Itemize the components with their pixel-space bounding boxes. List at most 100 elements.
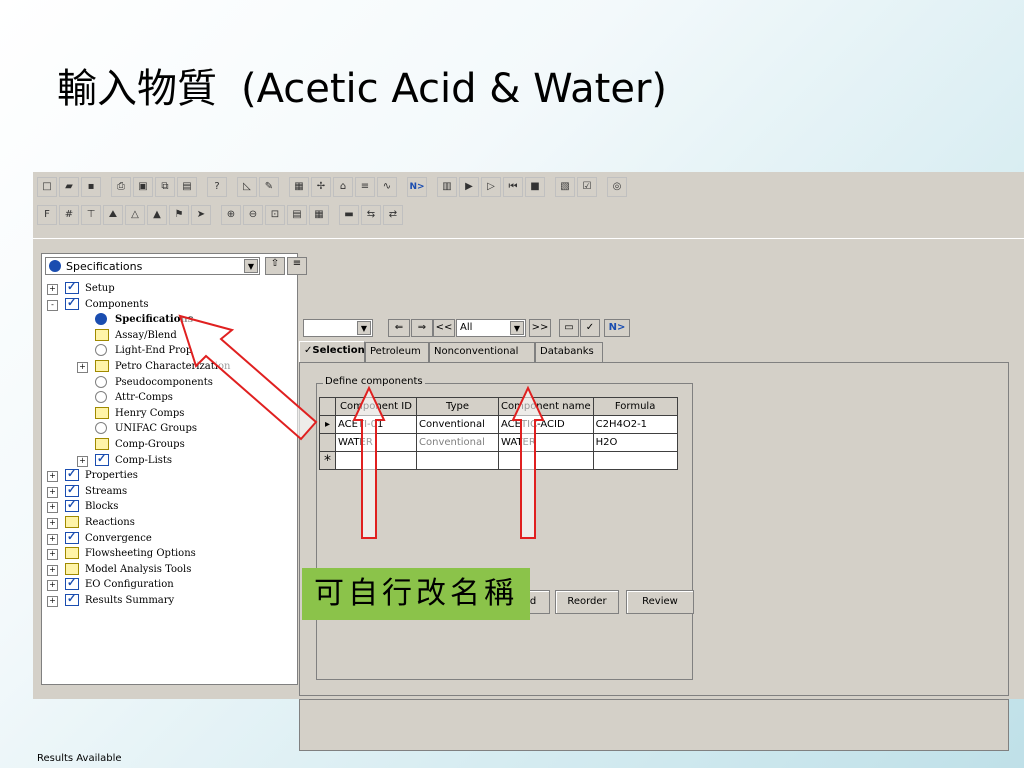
component-id-cell[interactable] [335,451,417,470]
control-panel-icon[interactable]: ▥ [437,177,457,197]
model-library-icon[interactable]: ✢ [311,177,331,197]
print-icon[interactable]: ⎙ [111,177,131,197]
tree-item[interactable]: Model Analysis Tools [85,562,191,577]
zoom-full-icon[interactable]: ⊡ [265,205,285,225]
formula-cell[interactable]: C2H4O2-1 [592,415,678,434]
tree-expander[interactable]: + [47,549,58,561]
status-icon[interactable]: ✓ [580,319,600,337]
tree-expander[interactable]: + [77,362,88,373]
tree-item[interactable]: Results Summary [85,593,174,608]
tree-item[interactable]: Comp-Lists [115,453,172,468]
record-combo[interactable]: ▼ [303,319,373,337]
data-browser-icon[interactable]: ▦ [289,177,309,197]
print-preview-icon[interactable]: ▣ [133,177,153,197]
tree-expander[interactable]: + [47,533,58,545]
color-icon[interactable]: ▬ [339,205,359,225]
filter-combo[interactable]: All ▼ [456,319,526,337]
next-form-button[interactable]: >> [529,319,551,337]
tree-item[interactable]: Attr-Comps [115,390,173,405]
tree-item[interactable]: Henry Comps [115,406,184,421]
component-name-cell[interactable]: WATER [498,433,594,452]
tree-expander[interactable]: + [77,455,88,467]
component-id-cell[interactable]: ACETI-01 [335,415,417,434]
tree-item[interactable]: Petro Characterization [115,359,230,374]
align-icon[interactable]: ⊤ [81,205,101,225]
notes-icon[interactable]: ▭ [559,319,579,337]
tree-item[interactable]: Setup [85,281,115,296]
tree-item[interactable]: Convergence [85,531,152,546]
up-folder-button[interactable]: ⇧ [265,257,285,275]
check-icon[interactable]: ☑ [577,177,597,197]
tree-expander[interactable]: + [47,502,58,514]
stream-move-icon[interactable]: ⇆ [361,205,381,225]
tab-selection[interactable]: ✓Selection [299,341,365,363]
type-cell[interactable]: Conventional [416,415,499,434]
tree-item[interactable]: Streams [85,484,127,499]
flag-icon[interactable]: ⚑ [169,205,189,225]
help-icon[interactable]: ◎ [607,177,627,197]
tree-toggle-button[interactable]: ≡ [287,257,307,275]
table-row[interactable]: * [319,451,678,470]
formula-cell[interactable] [592,451,678,470]
tree-item[interactable]: Comp-Groups [115,437,185,452]
tree-item[interactable]: Properties [85,468,138,483]
reinit-icon[interactable]: ⏮ [503,177,523,197]
tree-item[interactable]: Specifications [115,312,193,327]
stop-icon[interactable]: ■ [525,177,545,197]
next-required-button[interactable]: N> [604,319,630,337]
tab-nonconventional[interactable]: Nonconventional [429,342,535,362]
mountain3-icon[interactable]: ▲ [147,205,167,225]
tree-item[interactable]: Light-End Prop [115,343,192,358]
next-icon[interactable]: N> [407,177,427,197]
form-selector-combo[interactable]: Specifications ▼ [45,257,260,275]
tree-item[interactable]: EO Configuration [85,577,174,592]
grid-icon[interactable]: # [59,205,79,225]
chevron-down-icon[interactable]: ▼ [244,259,258,273]
tree-item[interactable]: Components [85,297,149,312]
tree-expander[interactable]: + [47,486,58,498]
tab-petroleum[interactable]: Petroleum [365,342,429,362]
results-icon[interactable]: ▧ [555,177,575,197]
back-arrow-button[interactable]: ⇐ [388,319,410,337]
reorder-button[interactable]: Reorder [555,590,619,614]
component-name-cell[interactable]: ACETIC-ACID [498,415,594,434]
flowsheet-icon[interactable]: ◺ [237,177,257,197]
type-cell[interactable] [416,451,499,470]
review-button[interactable]: Review [626,590,694,614]
tree-item[interactable]: Reactions [85,515,135,530]
unit-ops-icon[interactable]: ⌂ [333,177,353,197]
paste-icon[interactable]: ▤ [177,177,197,197]
plot-icon[interactable]: ∿ [377,177,397,197]
tree-item[interactable]: Assay/Blend [115,328,177,343]
text-icon[interactable]: F [37,205,57,225]
component-name-cell[interactable] [498,451,594,470]
zoom-in-icon[interactable]: ⊕ [221,205,241,225]
tree-expander[interactable]: + [47,564,58,576]
mountain2-icon[interactable]: △ [125,205,145,225]
tree-item[interactable]: Blocks [85,499,118,514]
whats-this-icon[interactable]: ? [207,177,227,197]
step-icon[interactable]: ▷ [481,177,501,197]
new-icon[interactable]: □ [37,177,57,197]
block-icon[interactable]: ▦ [309,205,329,225]
tree-item[interactable]: Pseudocomponents [115,375,213,390]
tree-expander[interactable]: + [47,596,58,607]
previous-form-button[interactable]: << [433,319,455,337]
zoom-out-icon[interactable]: ⊖ [243,205,263,225]
formula-cell[interactable]: H2O [592,433,678,452]
tree-item[interactable]: UNIFAC Groups [115,421,197,436]
copy-icon[interactable]: ⧉ [155,177,175,197]
layout-icon[interactable]: ▤ [287,205,307,225]
pointer-icon[interactable]: ➤ [191,205,211,225]
open-icon[interactable]: ▰ [59,177,79,197]
chevron-down-icon[interactable]: ▼ [510,321,524,335]
save-icon[interactable]: ▪ [81,177,101,197]
tree-expander[interactable]: - [47,299,58,311]
tree-item[interactable]: Flowsheeting Options [85,546,196,561]
forward-arrow-button[interactable]: ⇒ [411,319,433,337]
type-cell[interactable]: Conventional [416,433,499,452]
stream-move2-icon[interactable]: ⇄ [383,205,403,225]
mountain1-icon[interactable]: ⛰ [103,205,123,225]
component-id-cell[interactable]: WATER [335,433,417,452]
stream-icon[interactable]: ≡ [355,177,375,197]
